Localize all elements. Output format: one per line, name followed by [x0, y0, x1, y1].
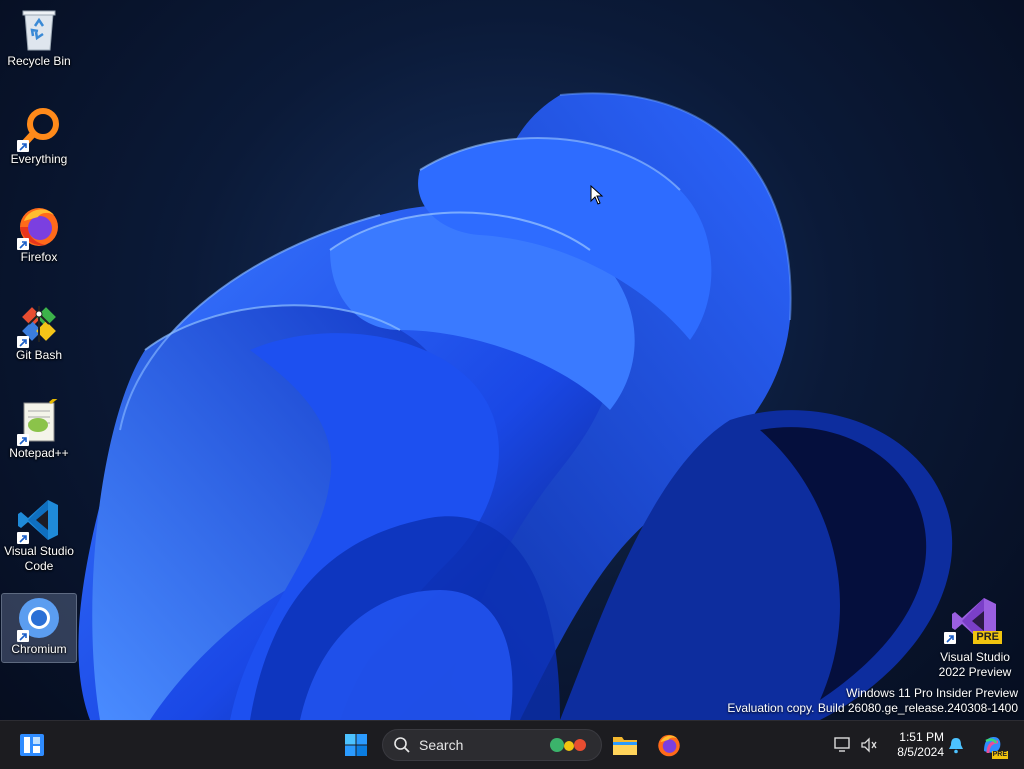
desktop-icon-visual-studio-preview[interactable]: PRE Visual Studio 2022 Preview — [936, 596, 1014, 680]
volume-status-button[interactable] — [854, 729, 884, 761]
label-line-2: 2022 Preview — [938, 665, 1012, 679]
file-explorer-button[interactable] — [609, 729, 641, 761]
firefox-icon — [658, 734, 680, 757]
watermark-line-2: Evaluation copy. Build 26080.ge_release.… — [727, 701, 1018, 715]
notifications-button[interactable] — [942, 729, 970, 761]
shortcut-arrow-icon — [17, 532, 29, 544]
shortcut-arrow-icon — [944, 632, 956, 644]
windows-logo-icon — [345, 734, 367, 756]
label-line-1: Visual Studio — [4, 544, 74, 558]
shortcut-arrow-icon — [17, 336, 29, 348]
taskbar-clock[interactable]: 1:51 PM 8/5/2024 — [882, 730, 944, 760]
bell-icon — [949, 738, 963, 754]
label-line-1: Visual Studio — [940, 650, 1010, 664]
search-icon — [394, 737, 410, 753]
desktop-icon-chromium[interactable]: Chromium — [1, 593, 77, 663]
desktop-icon-label: Git Bash — [15, 348, 63, 362]
widgets-icon — [20, 734, 44, 756]
watermark-line-1: Windows 11 Pro Insider Preview — [846, 686, 1018, 700]
network-icon — [834, 737, 850, 752]
desktop-icon-everything[interactable]: Everything — [2, 104, 76, 172]
desktop-icon-label: Everything — [10, 152, 68, 166]
desktop-icon-label: Visual Studio 2022 Preview — [939, 650, 1012, 680]
shortcut-arrow-icon — [17, 238, 29, 250]
copilot-preview-badge: PRE — [991, 751, 1008, 759]
desktop-icon-vscode[interactable]: Visual Studio Code — [2, 496, 76, 576]
start-button[interactable] — [340, 729, 372, 761]
speaker-muted-icon — [861, 737, 877, 753]
desktop-icon-notepad-plus-plus[interactable]: Notepad++ — [2, 398, 76, 466]
desktop-icon-label: Notepad++ — [9, 446, 69, 460]
widgets-button[interactable] — [16, 729, 48, 761]
desktop-icon-label: Recycle Bin — [7, 54, 71, 68]
desktop-icon-label: Chromium — [11, 642, 67, 656]
taskbar-search-box[interactable]: Search — [382, 729, 602, 761]
copilot-button[interactable]: PRE — [976, 729, 1008, 761]
firefox-taskbar-button[interactable] — [653, 729, 685, 761]
desktop-icon-label: Visual Studio Code — [0, 544, 78, 574]
desktop-icon-label: Firefox — [20, 250, 58, 264]
desktop-icon-recycle-bin[interactable]: Recycle Bin — [2, 6, 76, 74]
clock-date: 8/5/2024 — [897, 745, 944, 759]
search-highlight-icon — [550, 738, 586, 752]
label-line-2: Code — [24, 559, 54, 573]
file-explorer-icon — [613, 737, 637, 755]
shortcut-arrow-icon — [17, 630, 29, 642]
wallpaper-bloom — [78, 92, 953, 720]
windows-evaluation-watermark: Windows 11 Pro Insider Preview Evaluatio… — [727, 686, 1018, 716]
taskbar: Search 1:51 PM 8/5/2024 PRE — [0, 720, 1024, 769]
recycle-bin-icon — [22, 10, 56, 51]
desktop-icon-git-bash[interactable]: Git Bash — [2, 300, 76, 368]
shortcut-arrow-icon — [17, 140, 29, 152]
search-label: Search — [419, 737, 464, 753]
clock-time: 1:51 PM — [899, 730, 944, 744]
desktop-icon-firefox[interactable]: Firefox — [2, 202, 76, 270]
preview-badge: PRE — [973, 631, 1002, 644]
shortcut-arrow-icon — [17, 434, 29, 446]
mouse-cursor-icon — [590, 185, 604, 205]
